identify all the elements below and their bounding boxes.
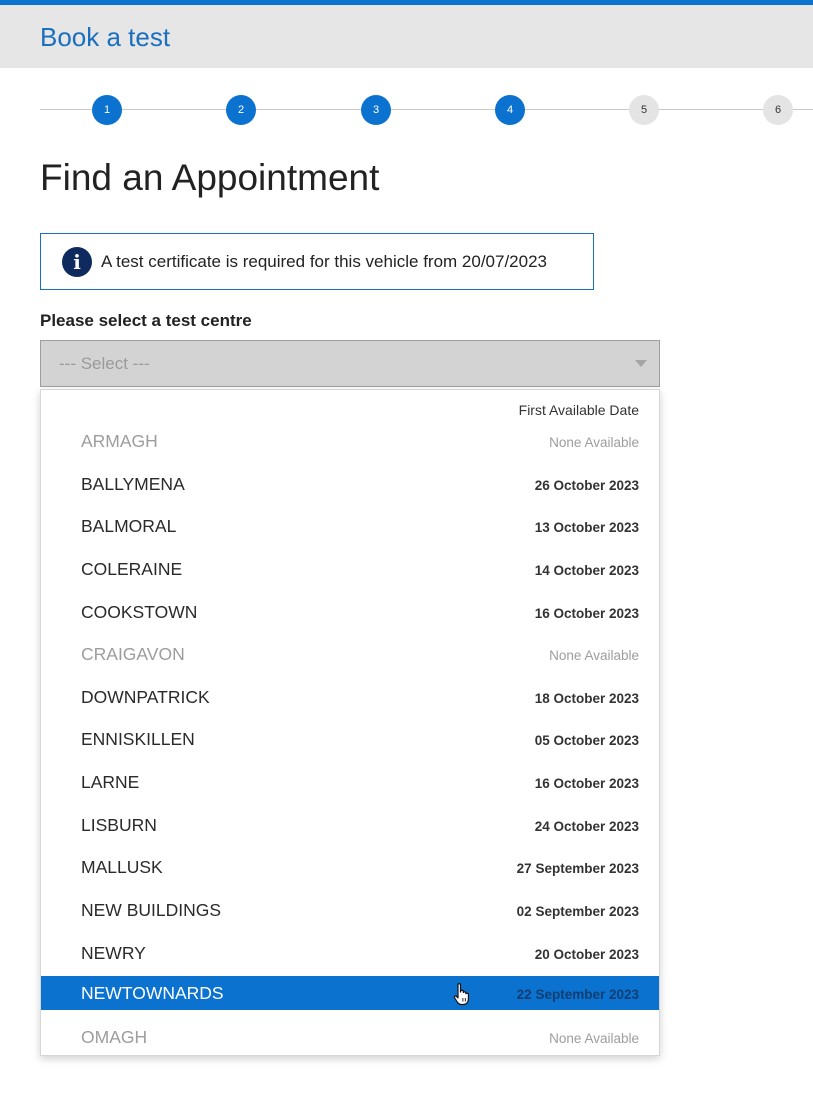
test-centre-select[interactable]: --- Select --- <box>40 340 660 387</box>
option-craigavon: CRAIGAVON None Available <box>41 633 659 676</box>
option-name: DOWNPATRICK <box>81 686 210 707</box>
option-name: BALLYMENA <box>81 473 185 494</box>
option-date: 24 October 2023 <box>534 818 639 834</box>
first-available-date-header: First Available Date <box>518 402 639 418</box>
option-newry[interactable]: NEWRY 20 October 2023 <box>41 932 659 975</box>
option-date: 18 October 2023 <box>534 690 639 706</box>
option-name: MALLUSK <box>81 857 163 878</box>
option-name: COOKSTOWN <box>81 601 198 622</box>
option-date: 22 September 2023 <box>516 987 639 1003</box>
option-date: None Available <box>549 1031 639 1047</box>
option-name: ARMAGH <box>81 431 158 451</box>
option-date: 26 October 2023 <box>534 477 639 493</box>
option-name: COLERAINE <box>81 558 183 579</box>
header-title: Book a test <box>40 22 171 52</box>
option-ballymena[interactable]: BALLYMENA 26 October 2023 <box>41 463 659 506</box>
option-omagh: OMAGH None Available <box>41 1016 659 1059</box>
option-date: 02 September 2023 <box>516 904 639 920</box>
option-lisburn[interactable]: LISBURN 24 October 2023 <box>41 804 659 847</box>
chevron-down-icon <box>635 360 647 367</box>
option-date: 27 September 2023 <box>516 861 639 877</box>
option-date: None Available <box>549 435 639 450</box>
option-name: ENNISKILLEN <box>81 729 195 750</box>
info-icon: i <box>62 246 92 277</box>
stepper-line <box>40 109 813 110</box>
option-downpatrick[interactable]: DOWNPATRICK 18 October 2023 <box>41 676 659 719</box>
step-6: 6 <box>763 95 793 125</box>
page-title: Find an Appointment <box>40 157 380 198</box>
step-2: 2 <box>226 95 256 125</box>
option-cookstown[interactable]: COOKSTOWN 16 October 2023 <box>41 591 659 634</box>
option-name: CRAIGAVON <box>81 644 185 665</box>
site-header: Book a test <box>0 5 813 68</box>
option-name: NEWTOWNARDS <box>81 983 224 1004</box>
option-armagh: ARMAGH None Available <box>41 420 659 463</box>
option-name: LARNE <box>81 772 140 793</box>
option-name: LISBURN <box>81 814 157 835</box>
test-centre-label: Please select a test centre <box>40 311 252 330</box>
test-centre-option-list: ARMAGH None Available BALLYMENA 26 Octob… <box>41 420 659 1059</box>
option-date: 05 October 2023 <box>534 733 639 749</box>
step-1: 1 <box>92 95 122 125</box>
option-mallusk[interactable]: MALLUSK 27 September 2023 <box>41 846 659 889</box>
step-5: 5 <box>629 95 659 125</box>
option-name: NEWRY <box>81 942 146 963</box>
option-date: 16 October 2023 <box>534 776 639 792</box>
info-notice-text: A test certificate is required for this … <box>101 251 548 271</box>
info-notice: i A test certificate is required for thi… <box>40 233 594 290</box>
option-date: 13 October 2023 <box>534 520 639 536</box>
option-newtownards[interactable]: NEWTOWNARDS 22 September 2023 <box>41 976 659 1011</box>
option-name: NEW BUILDINGS <box>81 900 222 921</box>
option-larne[interactable]: LARNE 16 October 2023 <box>41 761 659 804</box>
option-new-buildings[interactable]: NEW BUILDINGS 02 September 2023 <box>41 889 659 932</box>
option-date: 14 October 2023 <box>534 562 639 578</box>
option-date: 16 October 2023 <box>534 605 639 621</box>
option-date: None Available <box>549 648 639 664</box>
option-name: OMAGH <box>81 1027 148 1048</box>
progress-stepper: 1 2 3 4 5 6 <box>40 94 813 126</box>
option-name: BALMORAL <box>81 516 177 537</box>
option-date: 20 October 2023 <box>534 946 639 962</box>
option-enniskillen[interactable]: ENNISKILLEN 05 October 2023 <box>41 718 659 761</box>
select-placeholder: --- Select --- <box>59 354 150 373</box>
option-coleraine[interactable]: COLERAINE 14 October 2023 <box>41 548 659 591</box>
step-3: 3 <box>361 95 391 125</box>
hand-pointer-cursor-icon <box>453 983 469 1006</box>
step-4: 4 <box>495 95 525 125</box>
test-centre-dropdown: First Available Date ARMAGH None Availab… <box>40 389 660 1056</box>
option-balmoral[interactable]: BALMORAL 13 October 2023 <box>41 505 659 548</box>
